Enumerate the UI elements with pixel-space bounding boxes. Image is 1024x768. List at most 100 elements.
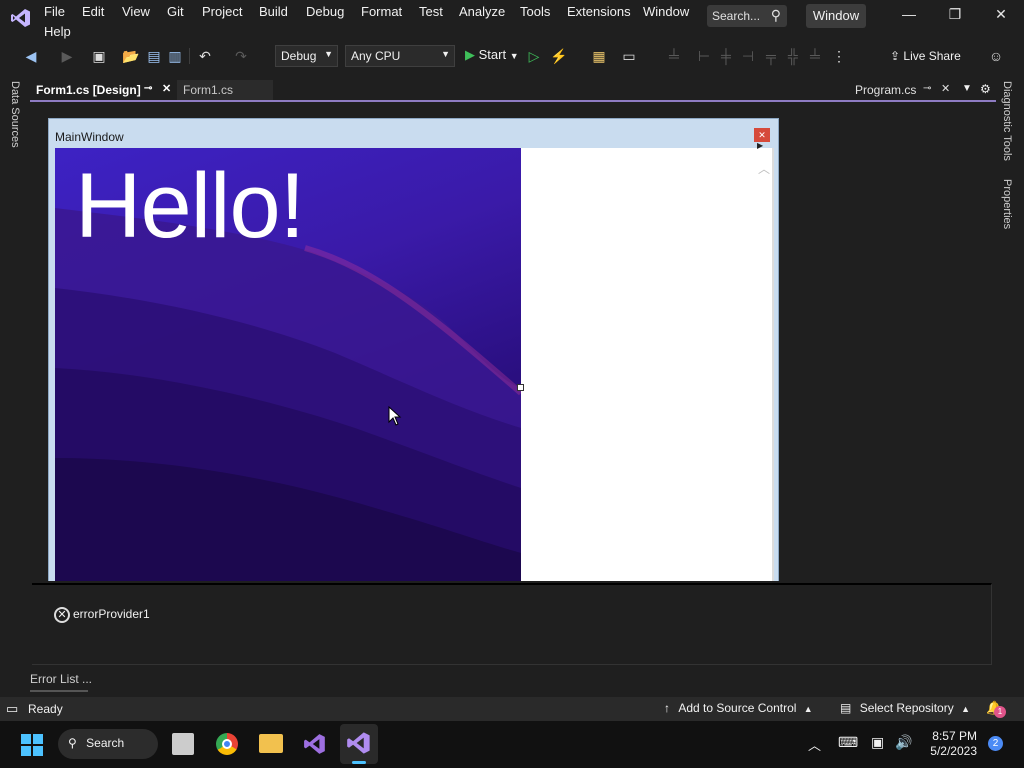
error-list-tab[interactable]: Error List ... — [30, 672, 92, 692]
show-hidden-icons-icon[interactable]: ︿ — [808, 735, 821, 754]
error-provider-component[interactable]: ✕ errorProvider1 — [54, 607, 150, 623]
menu-test[interactable]: Test — [419, 4, 443, 19]
configuration-value: Debug — [281, 49, 317, 63]
menu-window[interactable]: Window — [643, 4, 689, 19]
tab-form1-cs[interactable]: Form1.cs — [177, 80, 273, 100]
play-icon: ▶ — [465, 47, 475, 62]
smart-tag-icon[interactable]: ▶ — [757, 141, 763, 150]
system-clock[interactable]: 8:57 PM 5/2/2023 — [925, 729, 977, 759]
feedback-icon[interactable]: ☺ — [987, 47, 1005, 65]
tab-form1-design[interactable]: Form1.cs [Design] ⊸ ✕ — [30, 80, 178, 100]
visual-studio-taskbar-icon[interactable] — [303, 732, 327, 756]
align-top-icon[interactable]: ╤ — [762, 47, 780, 65]
menu-edit[interactable]: Edit — [82, 4, 104, 19]
data-sources-tab[interactable]: Data Sources — [9, 81, 21, 148]
properties-tab[interactable]: Properties — [1001, 179, 1013, 229]
minimize-button[interactable]: — — [889, 6, 929, 28]
designer-surface: MainWindow ✕ Hello! ︿ ▶ ▲ ▼ — [32, 103, 976, 581]
solution-name-badge[interactable]: Window — [806, 4, 866, 28]
back-icon[interactable]: ◀ — [22, 47, 40, 65]
resize-handle[interactable] — [517, 384, 524, 391]
volume-icon[interactable]: 🔊 — [895, 734, 912, 751]
add-to-source-control-button[interactable]: ↑ Add to Source Control ▲ — [664, 701, 813, 715]
form-close-icon: ✕ — [754, 128, 770, 142]
output-icon[interactable]: ▭ — [6, 701, 18, 717]
save-icon[interactable]: ▤ — [145, 47, 163, 65]
chevron-up-icon: ▲ — [961, 704, 970, 714]
live-share-label: Live Share — [903, 49, 961, 63]
menu-format[interactable]: Format — [361, 4, 402, 19]
menu-analyze[interactable]: Analyze — [459, 4, 505, 19]
save-all-icon[interactable]: ▥ — [166, 47, 184, 65]
pin-icon[interactable]: ⊸ — [144, 83, 152, 94]
open-folder-icon[interactable]: 📂 — [122, 47, 140, 65]
network-icon[interactable]: ▣ — [871, 734, 884, 751]
file-explorer-icon[interactable] — [259, 734, 283, 753]
pin-icon[interactable]: ⊸ — [923, 83, 931, 94]
forward-icon[interactable]: ▶ — [58, 47, 76, 65]
panel-border — [772, 148, 774, 581]
platform-dropdown[interactable]: Any CPU ▼ — [345, 45, 455, 67]
restore-button[interactable]: ❐ — [935, 6, 975, 28]
close-icon[interactable]: ✕ — [162, 82, 171, 95]
component-label: errorProvider1 — [73, 607, 150, 622]
tab-program-cs[interactable]: Program.cs ⊸ ✕ — [849, 80, 950, 100]
windows-start-icon[interactable] — [20, 733, 44, 757]
menu-debug[interactable]: Debug — [306, 4, 344, 19]
taskbar-search[interactable]: ⚲ Search — [58, 729, 158, 759]
picture-box[interactable]: Hello! — [55, 148, 521, 581]
left-tool-strip: Data Sources — [0, 75, 30, 695]
document-tab-well: Form1.cs [Design] ⊸ ✕ Form1.cs Program.c… — [30, 80, 996, 102]
mouse-cursor-icon — [388, 405, 402, 429]
solution-explorer-icon[interactable]: ▦ — [590, 47, 608, 65]
keyboard-icon[interactable]: ⌨ — [838, 734, 858, 751]
align-right-icon[interactable]: ⊣ — [739, 47, 757, 65]
tab-dropdown-icon[interactable]: ▼ — [962, 83, 972, 94]
chevron-down-icon: ▼ — [509, 51, 519, 61]
search-icon: ⚲ — [68, 736, 77, 750]
menu-project[interactable]: Project — [202, 4, 242, 19]
align-icon[interactable]: ╧ — [665, 47, 683, 65]
configuration-dropdown[interactable]: Debug ▼ — [275, 45, 338, 67]
new-project-icon[interactable]: ▣ — [90, 47, 108, 65]
menu-build[interactable]: Build — [259, 4, 288, 19]
align-left-icon[interactable]: ⊢ — [695, 47, 713, 65]
chevron-up-icon: ▲ — [803, 704, 813, 714]
menu-git[interactable]: Git — [167, 4, 184, 19]
error-list-label: Error List ... — [30, 672, 93, 686]
notification-center-badge[interactable]: 2 — [988, 736, 1003, 751]
align-bottom-icon[interactable]: ╧ — [806, 47, 824, 65]
close-icon[interactable]: ✕ — [941, 82, 950, 95]
source-control-label: Add to Source Control — [678, 701, 797, 715]
task-view-icon[interactable] — [172, 733, 194, 755]
error-provider-icon: ✕ — [54, 607, 70, 623]
search-box[interactable]: Search... ⚲ — [707, 5, 787, 27]
hot-reload-icon[interactable]: ⚡ — [550, 47, 568, 65]
diagnostic-tools-tab[interactable]: Diagnostic Tools — [1001, 81, 1013, 161]
layout-icon[interactable]: ▭ — [620, 47, 638, 65]
chrome-icon[interactable] — [216, 733, 238, 755]
menu-extensions[interactable]: Extensions — [567, 4, 631, 19]
toolbar-overflow-icon[interactable]: ⋮ — [830, 47, 848, 65]
tab-label: Form1.cs — [183, 83, 234, 97]
share-icon: ⇪ — [890, 49, 901, 63]
menu-tools[interactable]: Tools — [520, 4, 550, 19]
menu-view[interactable]: View — [122, 4, 150, 19]
start-without-debugging-icon[interactable]: ▷ — [525, 47, 543, 65]
undo-icon[interactable]: ↶ — [196, 47, 214, 65]
align-center-icon[interactable]: ╪ — [717, 47, 735, 65]
start-button[interactable]: ▶ Start ▼ — [465, 47, 519, 63]
form-window[interactable]: MainWindow ✕ Hello! ︿ ▶ — [48, 118, 779, 581]
align-middle-icon[interactable]: ╬ — [784, 47, 802, 65]
select-repository-button[interactable]: ▤ Select Repository ▲ — [840, 701, 970, 715]
notifications-button[interactable]: 🔔 1 — [986, 700, 1006, 718]
menu-file[interactable]: File — [44, 4, 65, 19]
redo-icon[interactable]: ↷ — [232, 47, 250, 65]
hello-label[interactable]: Hello! — [75, 154, 305, 259]
menu-help[interactable]: Help — [44, 24, 71, 39]
live-share-button[interactable]: ⇪ Live Share — [890, 49, 961, 63]
gear-icon[interactable]: ⚙ — [980, 82, 991, 96]
chevron-up-icon[interactable]: ︿ — [758, 160, 770, 177]
visual-studio-active-taskbar-icon[interactable] — [340, 724, 378, 764]
close-button[interactable]: ✕ — [981, 6, 1021, 28]
